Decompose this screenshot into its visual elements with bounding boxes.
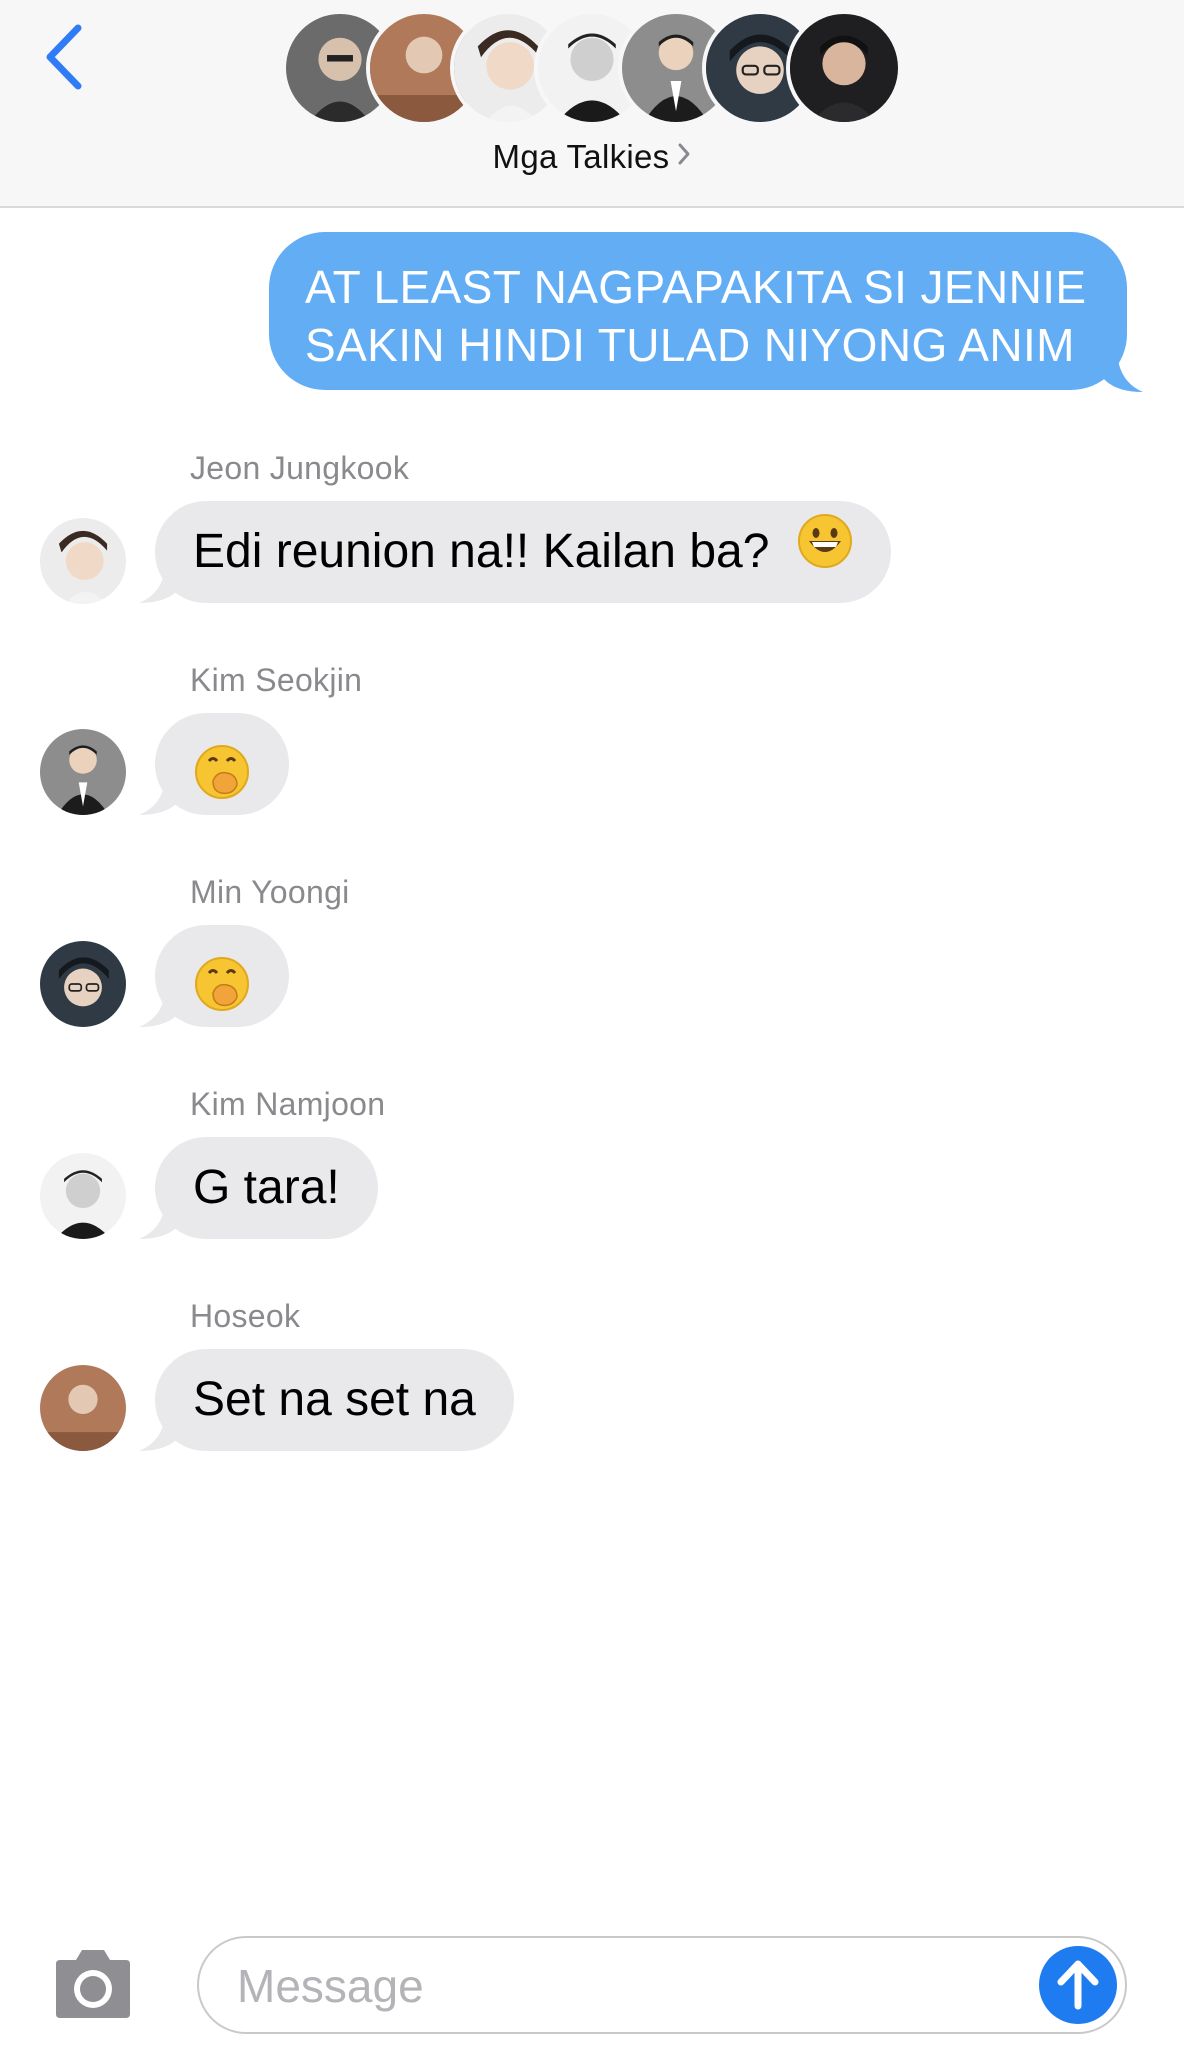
sender-name: Hoseok — [190, 1298, 301, 1334]
incoming-message-bubble[interactable]: Set na set na — [139, 1349, 514, 1451]
sender-avatar[interactable] — [40, 729, 126, 815]
sender-name: Kim Namjoon — [190, 1086, 386, 1122]
outgoing-message-bubble[interactable]: AT LEAST NAGPAPAKITA SI JENNIE SAKIN HIN… — [269, 232, 1143, 392]
group-avatars[interactable] — [282, 10, 902, 128]
bubble-tail — [139, 991, 179, 1027]
grinning-face-icon — [797, 503, 853, 605]
chevron-right-icon — [677, 136, 691, 174]
sender-avatar[interactable] — [40, 1365, 126, 1451]
group-name: Mga Talkies — [492, 138, 670, 175]
imessage-group-chat: Mga Talkies AT LEAST NAGPAPAKITA SI JENN… — [0, 0, 1184, 2048]
sender-avatar[interactable] — [40, 1153, 126, 1239]
message-text-line: SAKIN HINDI TULAD NIYONG ANIM — [305, 319, 1075, 371]
incoming-emoji-bubble[interactable] — [139, 925, 289, 1027]
send-button[interactable] — [1039, 1946, 1117, 2024]
incoming-emoji-bubble[interactable] — [139, 713, 289, 815]
arrow-up-icon — [1057, 1960, 1099, 2010]
message-input[interactable] — [237, 1952, 997, 2020]
incoming-message-bubble[interactable]: Edi reunion na!! Kailan ba? — [139, 501, 891, 605]
face-with-hand-over-mouth-icon — [193, 735, 251, 837]
sender-avatar[interactable] — [40, 518, 126, 604]
bubble-tail — [139, 1203, 179, 1239]
bubble-tail — [139, 567, 179, 603]
group-member-avatar — [786, 10, 902, 126]
group-name-button[interactable]: Mga Talkies — [0, 136, 1184, 176]
message-text-line: AT LEAST NAGPAPAKITA SI JENNIE — [305, 261, 1087, 313]
camera-icon — [56, 1950, 130, 2018]
message-text: Edi reunion na!! Kailan ba? — [193, 525, 770, 578]
sender-name: Jeon Jungkook — [190, 450, 410, 486]
face-with-hand-over-mouth-icon — [193, 947, 251, 1049]
back-button[interactable] — [40, 22, 90, 92]
bubble-tail — [139, 779, 179, 815]
bubble-tail — [139, 1415, 179, 1451]
chevron-left-icon — [46, 24, 82, 90]
message-input-container[interactable] — [197, 1936, 1127, 2034]
incoming-message-bubble[interactable]: G tara! — [139, 1137, 378, 1239]
message-text: Set na set na — [193, 1373, 476, 1426]
bubble-tail — [1103, 352, 1143, 392]
camera-button[interactable] — [48, 1948, 138, 2022]
chat-header: Mga Talkies — [0, 0, 1184, 208]
sender-name: Kim Seokjin — [190, 662, 363, 698]
sender-name: Min Yoongi — [190, 874, 350, 910]
sender-avatar[interactable] — [40, 941, 126, 1027]
message-text: G tara! — [193, 1161, 340, 1214]
